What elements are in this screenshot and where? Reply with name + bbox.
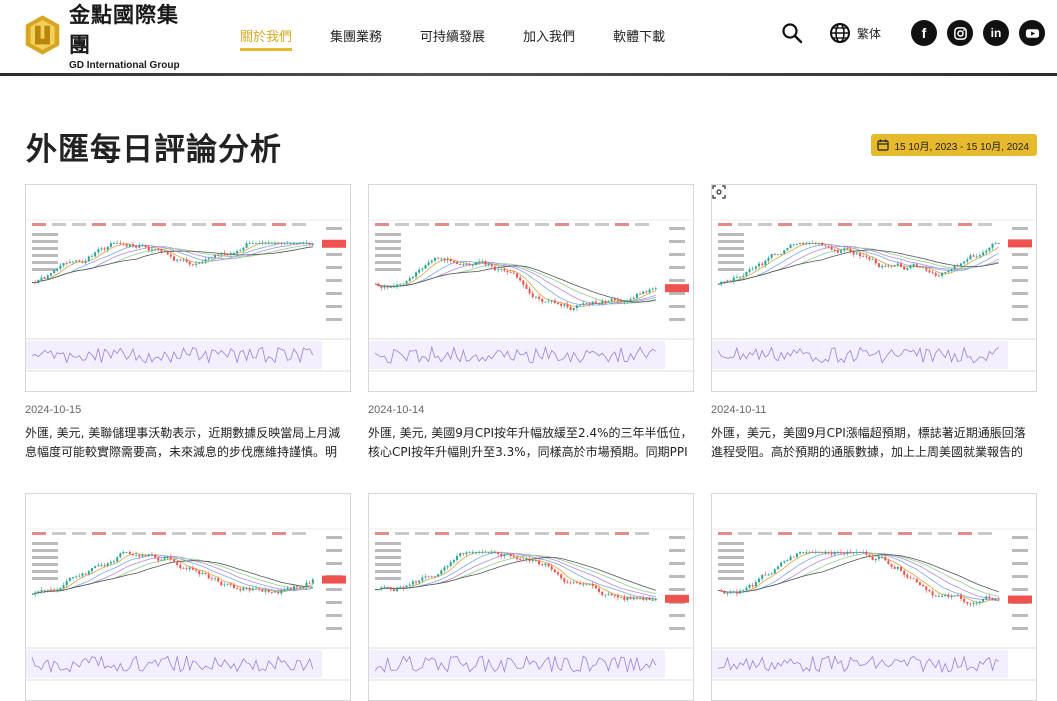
logo-text: 金點國際集團 GD International Group bbox=[69, 0, 192, 71]
forex-chart-image bbox=[26, 185, 350, 391]
article-date: 2024-10-15 bbox=[25, 404, 82, 416]
article-card[interactable] bbox=[368, 493, 694, 701]
article-card[interactable]: 2024-10-11 外匯，美元，美國9月CPI漲幅超預期，標誌著近期通脹回落進… bbox=[711, 184, 1037, 462]
logo-icon bbox=[25, 15, 60, 55]
page-title: 外匯每日評論分析 bbox=[26, 132, 282, 168]
date-range-filter[interactable]: 15 10月, 2023 - 15 10月, 2024 bbox=[871, 134, 1037, 156]
article-date: 2024-10-14 bbox=[368, 404, 425, 416]
youtube-icon[interactable] bbox=[1019, 20, 1045, 46]
forex-chart-image bbox=[369, 185, 693, 391]
article-card[interactable] bbox=[25, 493, 351, 701]
instagram-glyph bbox=[953, 26, 967, 40]
nav-item-sustainability[interactable]: 可持續發展 bbox=[420, 26, 485, 45]
globe-icon bbox=[829, 23, 850, 43]
article-summary[interactable]: 外匯, 美元, 美聯儲理事沃勒表示，近期數據反映當局上月減息幅度可能較實際需要高… bbox=[25, 424, 351, 462]
forex-chart-image bbox=[26, 494, 350, 700]
nav-item-business[interactable]: 集團業務 bbox=[330, 26, 382, 45]
article-thumbnail[interactable] bbox=[25, 493, 351, 701]
linkedin-icon[interactable]: in bbox=[983, 20, 1009, 46]
main-nav: 關於我們 集團業務 可持續發展 加入我們 軟體下載 bbox=[240, 26, 703, 51]
header-divider bbox=[0, 73, 1057, 76]
nav-item-careers[interactable]: 加入我們 bbox=[523, 26, 575, 45]
article-card[interactable]: 2024-10-15 外匯, 美元, 美聯儲理事沃勒表示，近期數據反映當局上月減… bbox=[25, 184, 351, 462]
article-thumbnail[interactable] bbox=[711, 184, 1037, 392]
calendar-icon bbox=[877, 139, 890, 151]
nav-item-about[interactable]: 關於我們 bbox=[240, 26, 293, 51]
logo[interactable]: 金點國際集團 GD International Group bbox=[22, 3, 192, 71]
facebook-icon[interactable]: f bbox=[911, 20, 937, 46]
nav-item-download[interactable]: 軟體下載 bbox=[613, 26, 665, 45]
forex-chart-image bbox=[712, 494, 1036, 700]
search-icon[interactable] bbox=[781, 22, 803, 44]
logo-chinese-name: 金點國際集團 bbox=[69, 3, 179, 57]
article-date: 2024-10-11 bbox=[711, 404, 767, 416]
site-header: 金點國際集團 GD International Group 關於我們 集團業務 … bbox=[0, 0, 1057, 74]
article-thumbnail[interactable] bbox=[368, 184, 694, 392]
article-thumbnail[interactable] bbox=[368, 493, 694, 701]
instagram-icon[interactable] bbox=[947, 20, 973, 46]
expand-icon[interactable] bbox=[712, 185, 726, 199]
article-card[interactable] bbox=[711, 493, 1037, 701]
article-card[interactable]: 2024-10-14 外匯, 美元, 美國9月CPI按年升幅放緩至2.4%的三年… bbox=[368, 184, 694, 462]
article-summary[interactable]: 外匯, 美元, 美國9月CPI按年升幅放緩至2.4%的三年半低位，核心CPI按年… bbox=[368, 424, 694, 462]
date-range-label: 15 10月, 2023 - 15 10月, 2024 bbox=[894, 141, 1029, 153]
header-actions: 繁体 f in bbox=[781, 20, 1045, 46]
logo-english-name: GD International Group bbox=[69, 60, 180, 71]
language-switcher[interactable]: 繁体 bbox=[829, 22, 881, 44]
forex-chart-image bbox=[712, 185, 1036, 391]
article-thumbnail[interactable] bbox=[711, 493, 1037, 701]
forex-chart-image bbox=[369, 494, 693, 700]
language-label: 繁体 bbox=[856, 26, 881, 41]
article-summary[interactable]: 外匯，美元，美國9月CPI漲幅超預期，標誌著近期通脹回落進程受阻。高於預期的通脹… bbox=[711, 424, 1037, 462]
youtube-glyph bbox=[1025, 28, 1039, 38]
article-thumbnail[interactable] bbox=[25, 184, 351, 392]
